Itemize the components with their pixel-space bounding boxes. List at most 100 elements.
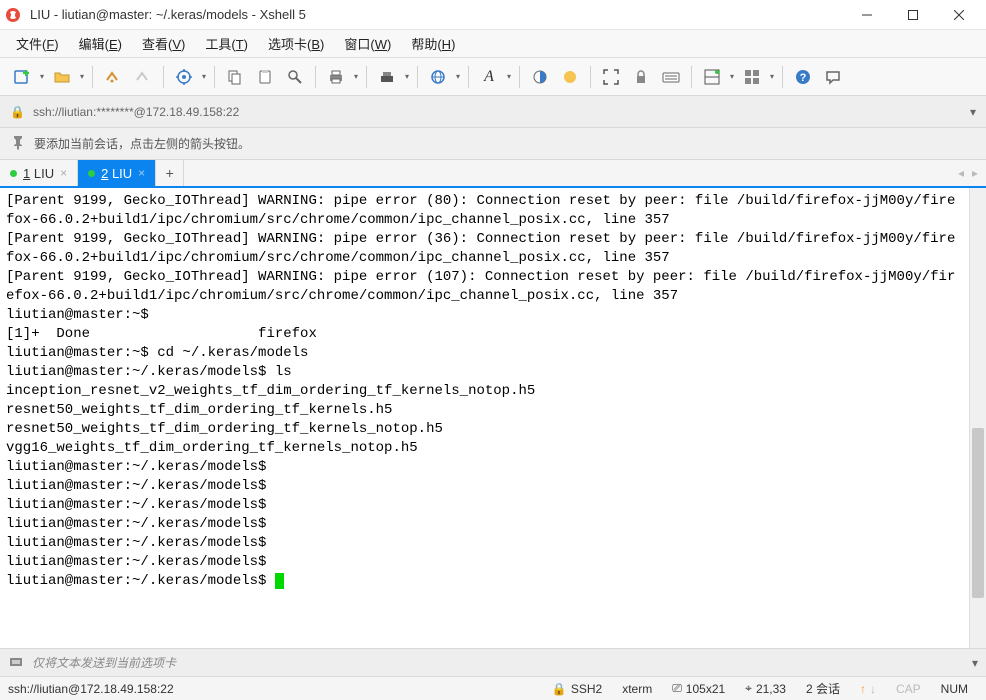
tab-next-button[interactable]: ▸: [972, 166, 978, 180]
menu-item[interactable]: 查看(V): [134, 30, 193, 57]
arrow-up-icon: ↑: [860, 682, 866, 696]
window-title: LIU - liutian@master: ~/.keras/models - …: [30, 7, 844, 22]
fullscreen-button[interactable]: [597, 63, 625, 91]
address-bar[interactable]: 🔒 ssh://liutian:********@172.18.49.158:2…: [0, 96, 986, 128]
find-button[interactable]: [281, 63, 309, 91]
add-tab-button[interactable]: +: [156, 160, 184, 186]
info-text: 要添加当前会话，点击左侧的箭头按钮。: [34, 135, 250, 152]
svg-text:?: ?: [800, 72, 807, 84]
dropdown-icon[interactable]: ▾: [728, 72, 736, 81]
terminal-area: [Parent 9199, Gecko_IOThread] WARNING: p…: [0, 188, 986, 648]
feedback-button[interactable]: [819, 63, 847, 91]
menu-item[interactable]: 选项卡(B): [260, 30, 332, 57]
lock-icon: 🔒: [10, 105, 25, 119]
window-controls: [844, 0, 982, 30]
pin-icon[interactable]: [10, 134, 26, 153]
dropdown-icon[interactable]: ▾: [38, 72, 46, 81]
lock-icon: 🔒: [552, 682, 567, 696]
open-button[interactable]: [48, 63, 76, 91]
close-button[interactable]: [936, 0, 982, 30]
separator: [468, 66, 469, 88]
status-cap: CAP: [886, 682, 931, 696]
dropdown-icon[interactable]: ▾: [972, 656, 978, 670]
keyboard-button[interactable]: [657, 63, 685, 91]
status-cursor: ⌖ 21,33: [735, 681, 796, 696]
terminal-line: liutian@master:~/.keras/models$: [6, 572, 963, 591]
separator: [691, 66, 692, 88]
copy-button[interactable]: [221, 63, 249, 91]
properties-button[interactable]: [170, 63, 198, 91]
tab-prev-button[interactable]: ◂: [958, 166, 964, 180]
dropdown-icon[interactable]: ▾: [768, 72, 776, 81]
dropdown-icon[interactable]: ▾: [78, 72, 86, 81]
separator: [782, 66, 783, 88]
status-term-type: xterm: [612, 682, 662, 696]
tab-label: 1 LIU: [23, 166, 54, 181]
separator: [163, 66, 164, 88]
paste-button[interactable]: [251, 63, 279, 91]
terminal-line: [Parent 9199, Gecko_IOThread] WARNING: p…: [6, 268, 963, 306]
status-protocol: 🔒 SSH2: [542, 682, 612, 696]
menu-item[interactable]: 编辑(E): [71, 30, 130, 57]
help-button[interactable]: ?: [789, 63, 817, 91]
status-connection: ssh://liutian@172.18.49.158:22: [8, 682, 542, 696]
menu-item[interactable]: 文件(F): [8, 30, 67, 57]
close-tab-icon[interactable]: ×: [60, 166, 67, 180]
dropdown-icon[interactable]: ▾: [403, 72, 411, 81]
terminal-line: liutian@master:~$: [6, 306, 963, 325]
dropdown-icon[interactable]: ▾: [970, 105, 976, 119]
terminal-line: liutian@master:~/.keras/models$: [6, 496, 963, 515]
layout-button[interactable]: [698, 63, 726, 91]
disconnect-button[interactable]: [129, 63, 157, 91]
cursor-icon: ⌖: [745, 681, 752, 696]
terminal-line: liutian@master:~/.keras/models$ ls: [6, 363, 963, 382]
session-tab[interactable]: 2 LIU×: [78, 160, 156, 186]
command-bar[interactable]: 仅将文本发送到当前选项卡 ▾: [0, 648, 986, 676]
dropdown-icon[interactable]: ▾: [200, 72, 208, 81]
arrange-button[interactable]: [738, 63, 766, 91]
new-session-button[interactable]: [8, 63, 36, 91]
lock-button[interactable]: [627, 63, 655, 91]
dropdown-icon[interactable]: ▾: [454, 72, 462, 81]
print-button[interactable]: [322, 63, 350, 91]
tab-strip: 1 LIU×2 LIU× + ◂ ▸: [0, 160, 986, 188]
web-button[interactable]: [424, 63, 452, 91]
separator: [315, 66, 316, 88]
terminal-line: [Parent 9199, Gecko_IOThread] WARNING: p…: [6, 192, 963, 230]
terminal-line: resnet50_weights_tf_dim_ordering_tf_kern…: [6, 420, 963, 439]
terminal-line: resnet50_weights_tf_dim_ordering_tf_kern…: [6, 401, 963, 420]
app-icon: [4, 6, 22, 24]
info-bar: 要添加当前会话，点击左侧的箭头按钮。: [0, 128, 986, 160]
menu-item[interactable]: 工具(T): [197, 30, 256, 57]
close-tab-icon[interactable]: ×: [138, 166, 145, 180]
reconnect-button[interactable]: [99, 63, 127, 91]
terminal[interactable]: [Parent 9199, Gecko_IOThread] WARNING: p…: [0, 188, 969, 648]
scrollbar-thumb[interactable]: [972, 428, 984, 598]
scrollbar[interactable]: [969, 188, 986, 648]
separator: [92, 66, 93, 88]
dropdown-icon[interactable]: ▾: [352, 72, 360, 81]
address-text: ssh://liutian:********@172.18.49.158:22: [33, 105, 239, 119]
arrow-down-icon: ↓: [870, 682, 876, 696]
status-dot-icon: [10, 170, 17, 177]
dropdown-icon[interactable]: ▾: [505, 72, 513, 81]
terminal-line: liutian@master:~/.keras/models$: [6, 515, 963, 534]
maximize-button[interactable]: [890, 0, 936, 30]
status-size: ⎚ 105x21: [662, 681, 735, 696]
toolbar: ▾ ▾ ▾ ▾ ▾ ▾ A ▾ ▾ ▾ ?: [0, 58, 986, 96]
session-tab[interactable]: 1 LIU ×: [0, 160, 78, 186]
menu-item[interactable]: 帮助(H): [403, 30, 463, 57]
separator: [590, 66, 591, 88]
highlight-button[interactable]: [556, 63, 584, 91]
terminal-line: liutian@master:~$ cd ~/.keras/models: [6, 344, 963, 363]
menu-item[interactable]: 窗口(W): [336, 30, 399, 57]
size-icon: ⎚: [672, 681, 682, 696]
command-placeholder: 仅将文本发送到当前选项卡: [32, 654, 176, 671]
font-button[interactable]: A: [475, 63, 503, 91]
transfer-button[interactable]: [373, 63, 401, 91]
minimize-button[interactable]: [844, 0, 890, 30]
color-button[interactable]: [526, 63, 554, 91]
terminal-line: vgg16_weights_tf_dim_ordering_tf_kernels…: [6, 439, 963, 458]
terminal-line: [1]+ Done firefox: [6, 325, 963, 344]
cursor: [275, 573, 284, 589]
